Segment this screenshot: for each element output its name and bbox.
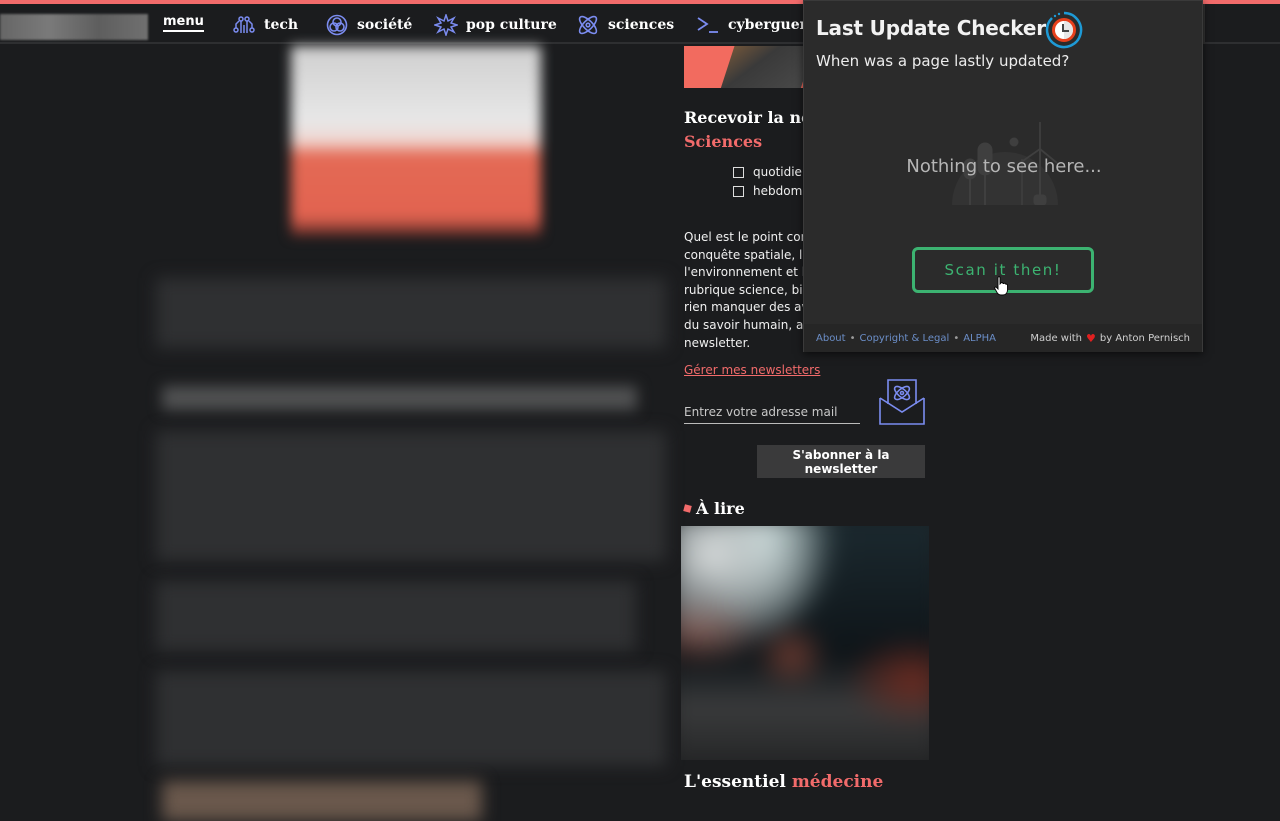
newsletter-title-text: Recevoir la nev — [684, 108, 821, 127]
newsletter-title-accent: Sciences — [684, 132, 763, 151]
popup-title: Last Update Checker — [816, 16, 1046, 40]
newsletter-envelope-icon — [879, 379, 925, 425]
subscribe-button[interactable]: S'abonner à la newsletter — [757, 445, 925, 478]
site-logo-blurred[interactable] — [0, 14, 148, 40]
menu-button[interactable]: menu — [163, 14, 204, 32]
blurred-paragraph — [156, 671, 666, 766]
scan-button[interactable]: Scan it then! — [912, 247, 1094, 293]
footer-links: About • Copyright & Legal • ALPHA — [816, 333, 996, 344]
starburst-icon — [434, 14, 458, 36]
nav-item-sciences[interactable]: sciences — [576, 14, 674, 36]
newsletter-banner-image — [684, 46, 804, 88]
navbar-edge — [1203, 4, 1205, 44]
essentiel-heading: L'essentiel médecine — [684, 772, 883, 792]
clock-logo-icon — [1045, 11, 1083, 49]
newsletter-option-daily[interactable]: quotidier — [733, 165, 807, 179]
venn-icon — [326, 14, 348, 36]
nav-label: tech — [264, 17, 299, 33]
popup-footer: About • Copyright & Legal • ALPHA Made w… — [804, 324, 1202, 352]
checkbox[interactable] — [733, 166, 744, 178]
section-marker-icon — [683, 504, 692, 513]
blurred-paragraph — [156, 278, 666, 348]
nav-label: société — [357, 17, 413, 33]
nav-item-societe[interactable]: société — [325, 14, 412, 36]
author-credit: by Anton Pernisch — [1099, 332, 1190, 344]
a-lire-text: À lire — [696, 499, 745, 518]
empty-state-message: Nothing to see here... — [906, 156, 1102, 177]
newsletter-title: Recevoir la nev Sciences — [684, 106, 821, 154]
terminal-icon — [697, 17, 718, 33]
nav-label: pop culture — [466, 17, 557, 33]
option-label: quotidier — [753, 165, 807, 179]
made-with-credit: Made with ♥ by Anton Pernisch — [1030, 332, 1190, 345]
article-hero-image — [291, 46, 541, 236]
essentiel-prefix: L'essentiel — [684, 772, 786, 792]
featured-article-image[interactable] — [681, 526, 929, 760]
blurred-paragraph — [156, 581, 636, 651]
alpha-link[interactable]: ALPHA — [963, 333, 996, 344]
made-with-text: Made with — [1030, 332, 1083, 344]
circuit-icon — [233, 16, 255, 33]
blurred-image — [162, 781, 482, 821]
nav-label: cyberguerr — [728, 17, 815, 33]
atom-icon — [578, 15, 598, 35]
separator: • — [849, 332, 856, 344]
copyright-legal-link[interactable]: Copyright & Legal — [859, 333, 949, 344]
about-link[interactable]: About — [816, 333, 846, 344]
nav-item-pop-culture[interactable]: pop culture — [434, 14, 557, 36]
essentiel-accent: médecine — [791, 772, 884, 792]
email-input[interactable] — [684, 400, 860, 424]
nav-item-cyberguerre[interactable]: cyberguerr — [696, 14, 814, 36]
checkbox[interactable] — [733, 185, 744, 197]
option-label: hebdoma — [753, 184, 810, 198]
popup-subtitle: When was a page lastly updated? — [816, 52, 1070, 70]
blurred-heading — [162, 386, 637, 410]
last-update-checker-popup: Last Update Checker When was a page last… — [803, 0, 1203, 352]
newsletter-option-weekly[interactable]: hebdoma — [733, 184, 810, 198]
manage-newsletters-link[interactable]: Gérer mes newsletters — [684, 363, 820, 377]
nav-label: sciences — [608, 17, 675, 33]
separator: • — [953, 332, 960, 344]
nav-item-tech[interactable]: tech — [232, 14, 298, 36]
a-lire-heading: À lire — [683, 499, 745, 518]
article-content-blurred — [156, 46, 666, 821]
heart-icon: ♥ — [1086, 331, 1096, 345]
blurred-paragraph — [156, 431, 666, 561]
